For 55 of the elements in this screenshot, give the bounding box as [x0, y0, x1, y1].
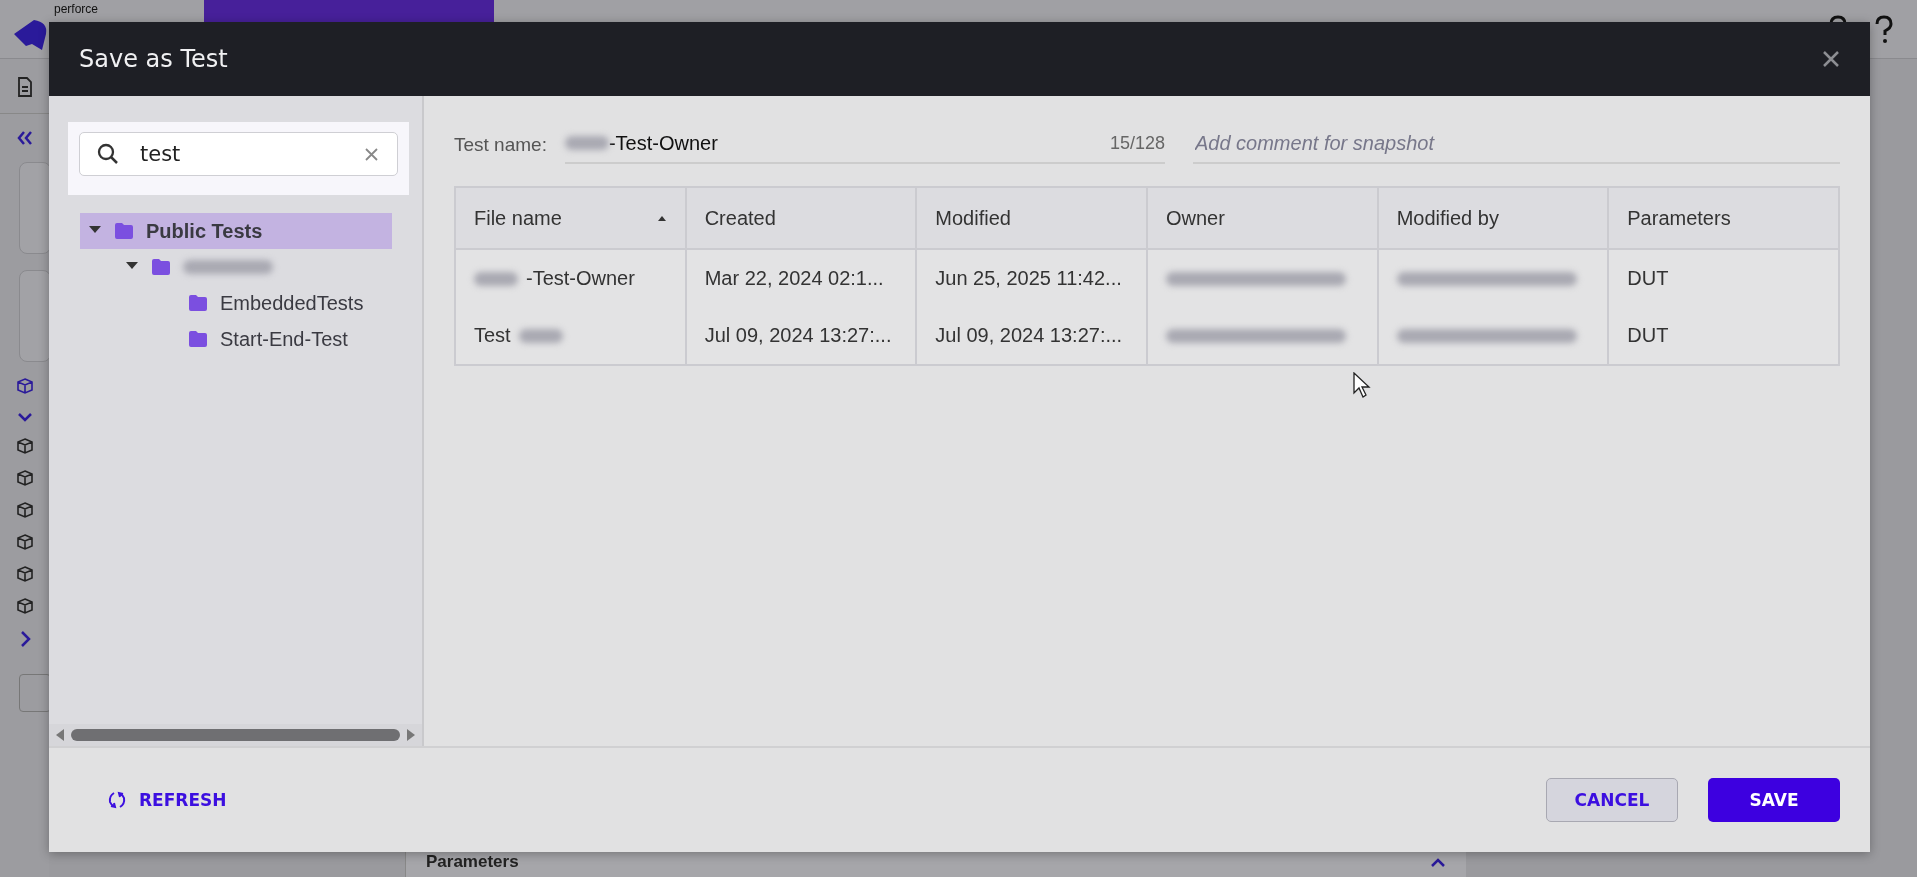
- chevron-right-icon[interactable]: [18, 630, 31, 648]
- sort-ascending-icon[interactable]: [656, 214, 667, 222]
- clear-icon[interactable]: [365, 148, 378, 161]
- scroll-right-icon[interactable]: [406, 728, 416, 742]
- folder-icon: [188, 330, 208, 348]
- panel-title: Parameters: [426, 852, 519, 872]
- column-header[interactable]: Modified by: [1377, 187, 1609, 249]
- dialog-title: Save as Test: [79, 45, 228, 73]
- collapse-icon[interactable]: [15, 130, 34, 146]
- brand-name: perforce: [54, 2, 99, 16]
- refresh-icon: [107, 790, 127, 810]
- column-header[interactable]: Parameters: [1608, 187, 1839, 249]
- table-cell: DUT: [1627, 267, 1669, 290]
- table-cell: Mar 22, 2024 02:1...: [704, 267, 884, 290]
- document-icon[interactable]: [15, 77, 34, 97]
- table-cell: Jul 09, 2024 13:27:...: [704, 324, 892, 347]
- scroll-left-icon[interactable]: [55, 728, 65, 742]
- table-cell: Test: [474, 324, 511, 347]
- tree-item[interactable]: Public Tests: [80, 213, 392, 249]
- folder-icon: [151, 258, 171, 276]
- redacted-text: [564, 136, 609, 150]
- chevron-down-icon[interactable]: [16, 410, 33, 422]
- scrollbar[interactable]: [49, 724, 422, 746]
- column-header[interactable]: Created: [685, 187, 917, 249]
- tree-item[interactable]: EmbeddedTests: [80, 285, 392, 321]
- search-field[interactable]: test: [79, 132, 398, 176]
- redacted-text: [474, 271, 518, 286]
- cube-icon[interactable]: [16, 566, 33, 582]
- folder-icon: [188, 294, 208, 312]
- save-button[interactable]: SAVE: [1708, 778, 1840, 822]
- folder-icon: [114, 222, 134, 240]
- table-cell: Jul 09, 2024 13:27:...: [935, 324, 1123, 347]
- cube-icon[interactable]: [16, 598, 33, 614]
- caret-up-icon[interactable]: [1430, 857, 1446, 867]
- column-header[interactable]: File name: [455, 187, 686, 249]
- cursor-icon: [1353, 372, 1371, 398]
- column-header[interactable]: Owner: [1146, 187, 1378, 249]
- cube-icon[interactable]: [16, 534, 33, 550]
- search-icon: [97, 143, 119, 165]
- redacted-text: [518, 328, 563, 343]
- cube-icon[interactable]: [16, 470, 33, 486]
- cube-icon[interactable]: [16, 438, 33, 454]
- field-label: Test name:: [454, 134, 547, 157]
- close-icon[interactable]: [1822, 50, 1840, 68]
- tree-item[interactable]: Start-End-Test: [80, 321, 392, 357]
- table-cell: DUT: [1627, 324, 1669, 347]
- cancel-button[interactable]: CANCEL: [1546, 778, 1678, 822]
- table-cell: Jun 25, 2025 11:42...: [935, 267, 1122, 290]
- test-name-field[interactable]: -Test-Owner 15/128: [564, 124, 1165, 164]
- refresh-button[interactable]: REFRESH: [101, 778, 233, 822]
- table-cell: -Test-Owner: [526, 267, 635, 290]
- cube-icon[interactable]: [16, 502, 33, 518]
- help-icon[interactable]: [1873, 14, 1895, 44]
- cube-icon[interactable]: [16, 378, 33, 394]
- column-header[interactable]: Modified: [916, 187, 1147, 249]
